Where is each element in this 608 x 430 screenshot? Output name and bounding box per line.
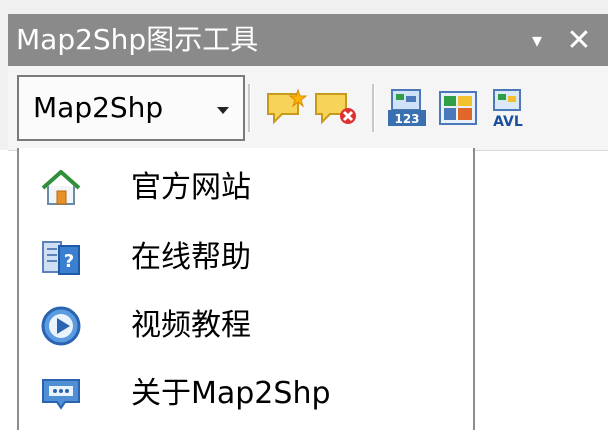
help-book-icon: ? bbox=[39, 236, 83, 280]
menu-item-label: 关于Map2Shp bbox=[131, 376, 331, 411]
svg-text:?: ? bbox=[64, 251, 74, 272]
menu-button-label: Map2Shp bbox=[33, 91, 164, 124]
toolbar-separator bbox=[372, 84, 375, 132]
menu-item-about[interactable]: 关于Map2Shp bbox=[19, 362, 473, 426]
menu-item-online-help[interactable]: ? 在线帮助 bbox=[19, 226, 473, 290]
menu-item-label: 官方网站 bbox=[131, 170, 251, 205]
svg-text:123: 123 bbox=[394, 112, 419, 126]
toolbar-separator bbox=[248, 84, 251, 132]
menu-item-video-tutorial[interactable]: 视频教程 bbox=[19, 294, 473, 358]
text-label-icon[interactable]: AVL bbox=[486, 86, 530, 130]
map2shp-menu-button[interactable]: Map2Shp bbox=[17, 75, 245, 141]
close-icon[interactable]: ✕ bbox=[562, 14, 596, 66]
delete-note-icon[interactable] bbox=[314, 86, 358, 130]
dropdown-menu: 官方网站 ? 在线帮助 视频教程 关于Map2Shp bbox=[17, 148, 475, 430]
number-label-icon[interactable]: 123 bbox=[386, 86, 430, 130]
menu-item-label: 在线帮助 bbox=[131, 240, 251, 275]
menu-item-label: 视频教程 bbox=[131, 308, 251, 343]
title-bar[interactable]: Map2Shp图示工具 ▾ ✕ bbox=[8, 14, 608, 66]
play-video-icon bbox=[39, 304, 83, 348]
window-title: Map2Shp图示工具 bbox=[16, 23, 259, 56]
add-note-icon[interactable] bbox=[264, 86, 308, 130]
toolbar: Map2Shp 123 AVL bbox=[8, 66, 608, 151]
map-grid-icon[interactable] bbox=[436, 86, 480, 130]
chevron-down-icon bbox=[217, 107, 229, 114]
menu-item-official-website[interactable]: 官方网站 bbox=[19, 156, 473, 220]
home-icon bbox=[39, 166, 83, 210]
tool-window: Map2Shp图示工具 ▾ ✕ Map2Shp 123 AVL bbox=[0, 0, 608, 151]
window-menu-dropdown-icon[interactable]: ▾ bbox=[520, 14, 554, 66]
svg-text:AVL: AVL bbox=[493, 114, 523, 130]
about-chat-icon bbox=[39, 372, 83, 416]
